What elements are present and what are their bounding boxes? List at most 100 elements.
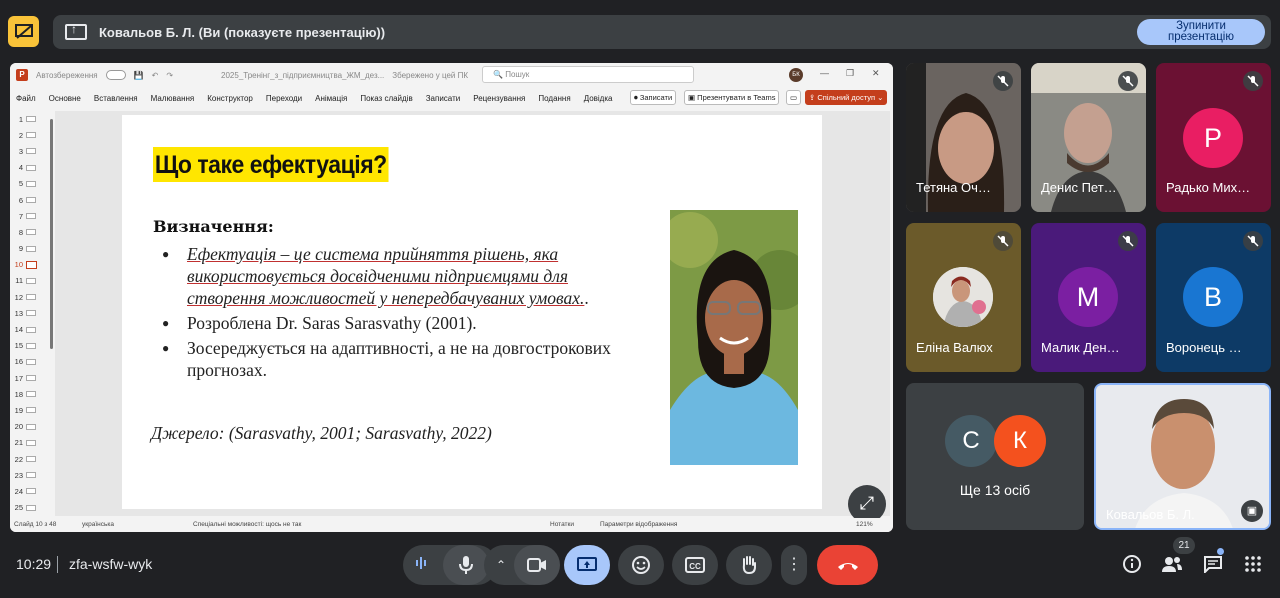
comments-icon[interactable]: ▭ — [786, 90, 802, 105]
search-placeholder: Пошук — [505, 70, 530, 79]
stop-presenting-button[interactable]: Зупинити презентацію — [1137, 19, 1265, 45]
close-icon[interactable]: ✕ — [872, 68, 880, 79]
camera-button[interactable] — [514, 545, 560, 585]
menu-transitions[interactable]: Переходи — [266, 94, 302, 103]
info-button[interactable] — [1120, 554, 1144, 574]
slide-thumbnail[interactable]: 20 — [10, 419, 54, 435]
slide-thumbnail[interactable]: 7 — [10, 208, 54, 224]
accessibility-status[interactable]: Спеціальні можливості: щось не так — [193, 521, 301, 528]
ppt-user-avatar[interactable]: БК — [789, 68, 803, 82]
participant-name: Радько Мих… — [1166, 180, 1251, 195]
redo-icon[interactable]: ↷ — [166, 71, 173, 80]
participant-name: Денис Пет… — [1041, 180, 1117, 195]
participant-tile-2[interactable]: Денис Пет… — [1031, 63, 1146, 212]
save-icon[interactable]: 💾 — [134, 71, 144, 80]
participant-tile-1[interactable]: Тетяна Оч… — [906, 63, 1021, 212]
slide-thumbnail-preview — [26, 213, 36, 220]
slide-thumbnail[interactable]: 19 — [10, 402, 54, 418]
present-teams-label: Презентувати в Teams — [697, 93, 776, 102]
people-button[interactable] — [1160, 554, 1184, 574]
participant-tile-4[interactable]: Еліна Валюх — [906, 223, 1021, 372]
more-options-button[interactable]: ⋮ — [781, 545, 807, 585]
self-tile[interactable]: Ковальов Б. Л. ▣ — [1094, 383, 1271, 530]
minimize-icon[interactable]: — — [820, 68, 829, 78]
slide-number: 2 — [18, 130, 23, 140]
slide-thumbnail[interactable]: 23 — [10, 467, 54, 483]
menu-home[interactable]: Основне — [49, 94, 81, 103]
slide-thumbnail[interactable]: 11 — [10, 273, 54, 289]
autosave-toggle[interactable] — [105, 70, 126, 80]
slide-thumbnail-preview — [26, 488, 36, 495]
menu-help[interactable]: Довідка — [584, 94, 613, 103]
undo-icon[interactable]: ↶ — [152, 71, 159, 80]
participant-name: Тетяна Оч… — [916, 180, 991, 195]
slide-thumbnail[interactable]: 15 — [10, 338, 54, 354]
record-button[interactable]: ⏺ Записати — [630, 90, 677, 105]
thumbnail-scrollbar[interactable] — [50, 119, 53, 349]
slide-thumbnail[interactable]: 25 — [10, 500, 54, 516]
menu-record[interactable]: Записати — [426, 94, 461, 103]
slide-thumbnails: 1 2 3 4 5 6 7 8 9 10 11 12 13 14 15 16 17 18 19 20 21 22 23 24 2… — [10, 111, 54, 516]
ppt-search-input[interactable]: 🔍 Пошук — [482, 66, 694, 83]
microphone-button[interactable] — [443, 545, 489, 585]
captions-button[interactable]: CC — [672, 545, 718, 585]
notes-button[interactable]: Нотатки — [550, 521, 574, 528]
slide-thumbnail-preview — [26, 358, 36, 365]
present-button[interactable] — [564, 545, 610, 585]
restore-icon[interactable]: ❐ — [846, 68, 854, 79]
menu-insert[interactable]: Вставлення — [94, 94, 138, 103]
leave-call-button[interactable] — [817, 545, 878, 585]
slide-bullets: Ефектуація – це система прийняття рішень… — [162, 243, 637, 384]
participant-tile-5[interactable]: М Малик Ден… — [1031, 223, 1146, 372]
slide-thumbnail[interactable]: 9 — [10, 241, 54, 257]
participant-tile-6[interactable]: В Воронець … — [1156, 223, 1271, 372]
share-button[interactable]: ⇪ Спільний доступ ⌄ — [805, 90, 888, 105]
menu-file[interactable]: Файл — [16, 94, 36, 103]
slide-thumbnail[interactable]: 21 — [10, 435, 54, 451]
pip-icon[interactable]: ▣ — [1241, 500, 1263, 522]
participant-tile-3[interactable]: Р Радько Мих… — [1156, 63, 1271, 212]
slide-thumbnail-preview — [26, 423, 36, 430]
slide-thumbnail[interactable]: 17 — [10, 370, 54, 386]
slide-thumbnail[interactable]: 5 — [10, 176, 54, 192]
menu-draw[interactable]: Малювання — [151, 94, 195, 103]
slide-thumbnail[interactable]: 4 — [10, 160, 54, 176]
slide-thumbnail[interactable]: 18 — [10, 386, 54, 402]
slide-thumbnail[interactable]: 10 — [10, 257, 54, 273]
slide-thumbnail[interactable]: 14 — [10, 321, 54, 337]
definition-label: Визначення: — [153, 217, 274, 236]
menu-view[interactable]: Подання — [538, 94, 570, 103]
activities-button[interactable] — [1241, 554, 1265, 574]
menu-slideshow[interactable]: Показ слайдів — [360, 94, 412, 103]
chevron-up-icon[interactable]: ⌃ — [496, 558, 506, 572]
slide-thumbnail[interactable]: 2 — [10, 127, 54, 143]
slide-number: 16 — [14, 357, 23, 367]
slide-thumbnail[interactable]: 22 — [10, 451, 54, 467]
zoom-level[interactable]: 121% — [856, 521, 873, 528]
emoji-button[interactable] — [618, 545, 664, 585]
slide-thumbnail[interactable]: 24 — [10, 483, 54, 499]
slide-thumbnail[interactable]: 13 — [10, 305, 54, 321]
slide-number: 1 — [18, 114, 23, 124]
slide-thumbnail-preview — [26, 407, 36, 414]
chat-button[interactable] — [1201, 554, 1225, 574]
slide-thumbnail[interactable]: 12 — [10, 289, 54, 305]
slide-thumbnail[interactable]: 6 — [10, 192, 54, 208]
menu-review[interactable]: Рецензування — [473, 94, 525, 103]
slide-thumbnail[interactable]: 16 — [10, 354, 54, 370]
menu-design[interactable]: Конструктор — [207, 94, 253, 103]
raise-hand-icon — [742, 556, 756, 575]
slide-thumbnail[interactable]: 1 — [10, 111, 54, 127]
raise-hand-button[interactable] — [726, 545, 772, 585]
slide-thumbnail-preview — [26, 180, 36, 187]
language-label[interactable]: українська — [82, 521, 114, 528]
others-tile[interactable]: С К Ще 13 осіб — [906, 383, 1084, 530]
display-settings-button[interactable]: Параметри відображення — [600, 521, 677, 528]
mic-control-group — [403, 545, 497, 585]
participant-count-badge: 21 — [1173, 537, 1195, 554]
slide-thumbnail[interactable]: 8 — [10, 224, 54, 240]
slide-thumbnail[interactable]: 3 — [10, 143, 54, 159]
present-teams-button[interactable]: ▣ Презентувати в Teams — [684, 90, 780, 105]
slide-thumbnail-preview — [26, 116, 36, 123]
menu-animations[interactable]: Анімація — [315, 94, 347, 103]
